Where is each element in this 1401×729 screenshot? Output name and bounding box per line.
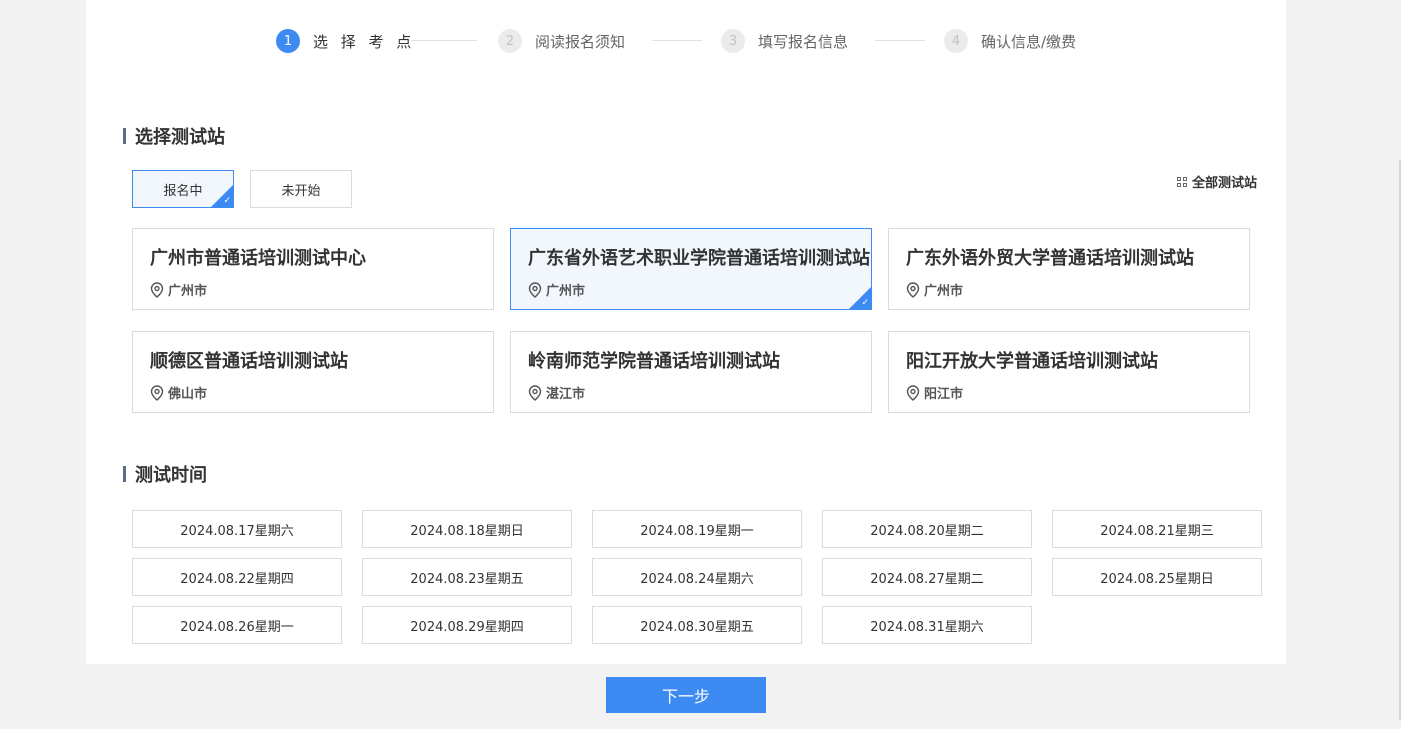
date-option[interactable]: 2024.08.23星期五 [362,558,572,596]
filter-registering[interactable]: 报名中 ✓ [132,170,234,208]
site-card[interactable]: 岭南师范学院普通话培训测试站 湛江市 [510,331,872,413]
site-name: 广东外语外贸大学普通话培训测试站 [906,248,1194,269]
date-option[interactable]: 2024.08.21星期三 [1052,510,1262,548]
filter-label: 未开始 [281,183,321,199]
site-city: 广州市 [168,284,208,299]
grid-icon [1177,176,1187,187]
next-step-button[interactable]: 下一步 [606,677,766,713]
filter-not-started[interactable]: 未开始 [250,170,352,208]
step-label: 填写报名信息 [758,32,849,51]
date-option[interactable]: 2024.08.29星期四 [362,606,572,644]
step-number: 1 [276,29,300,53]
location-pin-icon [528,384,542,401]
site-card[interactable]: 顺德区普通话培训测试站 佛山市 [132,331,494,413]
site-location: 广州市 [906,280,963,299]
step-label: 阅读报名须知 [535,32,626,51]
site-card[interactable]: 阳江开放大学普通话培训测试站 阳江市 [888,331,1250,413]
step-label: 选 择 考 点 [313,32,416,51]
site-name: 阳江开放大学普通话培训测试站 [906,351,1158,372]
date-option[interactable]: 2024.08.31星期六 [822,606,1032,644]
location-pin-icon [528,281,542,298]
site-card-selected[interactable]: 广东省外语艺术职业学院普通话培训测试站 广州市 ✓ [510,228,872,310]
step-divider [652,40,702,41]
date-option[interactable]: 2024.08.19星期一 [592,510,802,548]
date-option[interactable]: 2024.08.26星期一 [132,606,342,644]
site-card[interactable]: 广东外语外贸大学普通话培训测试站 广州市 [888,228,1250,310]
step-divider [875,40,925,41]
scrollbar[interactable] [1386,0,1401,729]
date-option[interactable]: 2024.08.22星期四 [132,558,342,596]
all-sites-link[interactable]: 全部测试站 [1177,172,1257,191]
site-location: 阳江市 [906,383,963,402]
site-location: 湛江市 [528,383,585,402]
site-location: 广州市 [150,280,207,299]
location-pin-icon [906,384,920,401]
site-location: 佛山市 [150,383,207,402]
step-label: 确认信息/缴费 [981,32,1077,51]
all-sites-label: 全部测试站 [1192,176,1258,191]
site-city: 湛江市 [546,387,586,402]
filter-label: 报名中 [163,183,203,199]
step-1: 1 选 择 考 点 [276,29,415,53]
site-name: 顺德区普通话培训测试站 [150,351,348,372]
check-icon: ✓ [861,298,869,308]
check-icon: ✓ [223,196,231,206]
date-option[interactable]: 2024.08.17星期六 [132,510,342,548]
date-option[interactable]: 2024.08.27星期二 [822,558,1032,596]
date-option[interactable]: 2024.08.20星期二 [822,510,1032,548]
site-city: 广州市 [924,284,964,299]
site-card[interactable]: 广州市普通话培训测试中心 广州市 [132,228,494,310]
site-name: 广东省外语艺术职业学院普通话培训测试站 [528,248,870,269]
location-pin-icon [150,384,164,401]
step-divider [411,40,477,41]
site-city: 广州市 [546,284,586,299]
section-title-test-site: 选择测试站 [123,128,225,148]
section-title-test-time: 测试时间 [123,466,207,486]
step-number: 4 [944,29,968,53]
date-option[interactable]: 2024.08.24星期六 [592,558,802,596]
site-name: 岭南师范学院普通话培训测试站 [528,351,780,372]
location-pin-icon [150,281,164,298]
date-option[interactable]: 2024.08.25星期日 [1052,558,1262,596]
step-4: 4 确认信息/缴费 [944,29,1076,53]
location-pin-icon [906,281,920,298]
step-number: 2 [498,29,522,53]
step-number: 3 [721,29,745,53]
step-3: 3 填写报名信息 [721,29,848,53]
date-option[interactable]: 2024.08.30星期五 [592,606,802,644]
site-name: 广州市普通话培训测试中心 [150,248,366,269]
site-location: 广州市 [528,280,585,299]
site-city: 佛山市 [168,387,208,402]
date-option[interactable]: 2024.08.18星期日 [362,510,572,548]
site-city: 阳江市 [924,387,964,402]
step-2: 2 阅读报名须知 [498,29,625,53]
